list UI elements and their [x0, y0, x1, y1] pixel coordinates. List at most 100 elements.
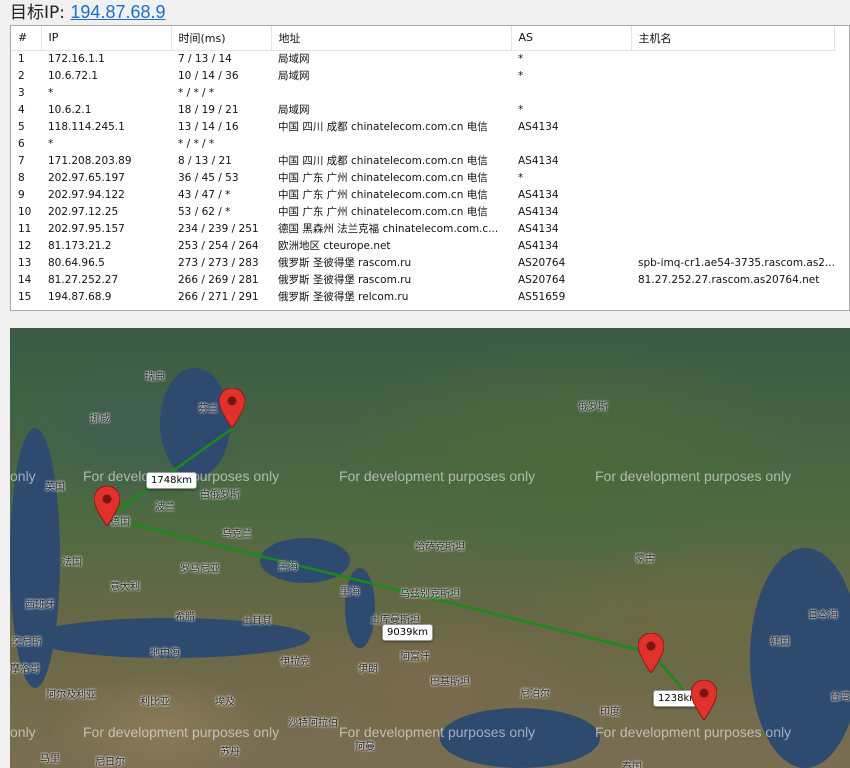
table-row[interactable]: 7 171.208.203.89 8 / 13 / 21 中国 四川 成都 china…: [11, 152, 835, 169]
hop-hostname: [631, 152, 835, 169]
hop-as: AS4134: [518, 120, 559, 133]
hop-hostname: [631, 50, 835, 67]
hop-index: 6: [18, 137, 25, 150]
map-label: 芬兰: [198, 404, 218, 415]
hop-ip: 171.208.203.89: [48, 154, 132, 167]
column-header-index[interactable]: #: [11, 26, 42, 51]
hop-ip: 172.16.1.1: [48, 52, 105, 65]
hop-ip: 202.97.65.197: [48, 171, 125, 184]
watermark: For development purposes only: [339, 468, 536, 484]
hop-index: 1: [18, 52, 25, 65]
hop-time: 53 / 62 / *: [178, 205, 231, 218]
map-label: 里海: [340, 587, 360, 598]
hop-as: [511, 84, 631, 101]
map-label: 阿曼: [355, 742, 375, 753]
watermark: For development purposes only: [595, 724, 792, 740]
map-label: 伊拉克: [280, 657, 310, 668]
hop-index: 12: [18, 239, 32, 252]
table-row[interactable]: 4 10.6.2.1 18 / 19 / 21 局域网 *: [11, 101, 835, 118]
table-row[interactable]: 3 * * / * / *: [11, 84, 835, 101]
hop-hostname: [631, 118, 835, 135]
hop-index: 10: [18, 205, 32, 218]
hop-address: [271, 84, 511, 101]
table-row[interactable]: 10 202.97.12.25 53 / 62 / * 中国 广东 广州 chinat…: [11, 203, 835, 220]
table-row[interactable]: 2 10.6.72.1 10 / 14 / 36 局域网 *: [11, 67, 835, 84]
hop-hostname: [631, 288, 835, 305]
hop-ip: 202.97.95.157: [48, 222, 125, 235]
column-header-as[interactable]: AS: [511, 26, 632, 51]
hop-as: AS4134: [518, 154, 559, 167]
hop-hostname: [631, 135, 835, 152]
hop-as: *: [518, 171, 524, 184]
map-label: 土耳其: [242, 616, 272, 627]
map-label: 阿尔及利亚: [46, 690, 96, 701]
hop-time: 36 / 45 / 53: [178, 171, 239, 184]
hop-address: 中国 四川 成都 chinatelecom.com.cn 电信: [278, 121, 488, 133]
table-row[interactable]: 5 118.114.245.1 13 / 14 / 16 中国 四川 成都 china…: [11, 118, 835, 135]
hop-hostname: [631, 169, 835, 186]
table-row[interactable]: 6 * * / * / *: [11, 135, 835, 152]
map-label: 利比亚: [140, 697, 170, 708]
hop-address: 局域网: [278, 53, 310, 66]
hop-as: AS4134: [518, 222, 559, 235]
hop-index: 3: [18, 86, 25, 99]
hop-time: 13 / 14 / 16: [178, 120, 239, 133]
hop-ip: 10.6.2.1: [48, 103, 92, 116]
map-label: 意大利: [110, 582, 140, 593]
hop-address: 中国 四川 成都 chinatelecom.com.cn 电信: [278, 155, 488, 167]
hop-index: 15: [18, 290, 32, 303]
column-header-time[interactable]: 时间(ms): [171, 26, 272, 51]
map-label: 台湾: [830, 692, 850, 703]
map-pin-icon[interactable]: [638, 633, 664, 673]
distance-label: 9039km: [382, 624, 433, 641]
hop-time: 8 / 13 / 21: [178, 154, 232, 167]
hop-hostname: [631, 84, 835, 101]
distance-label: 1748km: [146, 472, 197, 489]
table-row[interactable]: 8 202.97.65.197 36 / 45 / 53 中国 广东 广州 china…: [11, 169, 835, 186]
table-row[interactable]: 15 194.87.68.9 266 / 271 / 291 俄罗斯 圣彼得堡 rel…: [11, 288, 835, 305]
target-ip-link[interactable]: 194.87.68.9: [70, 2, 165, 22]
column-header-ip[interactable]: IP: [41, 26, 172, 51]
hop-time: 234 / 239 / 251: [178, 222, 259, 235]
column-header-address[interactable]: 地址: [271, 26, 512, 51]
map-label: 西班牙: [25, 600, 55, 611]
table-row[interactable]: 13 80.64.96.5 273 / 273 / 283 俄罗斯 圣彼得堡 rasc…: [11, 254, 835, 271]
watermark: For development purposes only: [83, 724, 280, 740]
hop-as: [511, 135, 631, 152]
map-pin-icon[interactable]: [691, 680, 717, 720]
hop-time: 273 / 273 / 283: [178, 256, 259, 269]
column-header-hostname[interactable]: 主机名: [631, 26, 836, 51]
map-label: 日本海: [808, 610, 838, 621]
target-ip-header: 目标IP: 194.87.68.9: [10, 0, 166, 24]
map-pin-icon[interactable]: [94, 486, 120, 526]
map-label: 韩国: [770, 637, 790, 648]
map-label: 尼泊尔: [520, 689, 550, 700]
hop-address: 俄罗斯 圣彼得堡 rascom.ru: [278, 257, 412, 269]
table-row[interactable]: 14 81.27.252.27 266 / 269 / 281 俄罗斯 圣彼得堡 ra…: [11, 271, 835, 288]
hop-hostname: [631, 67, 835, 84]
hop-as: *: [518, 52, 524, 65]
route-map[interactable]: 瑞典 芬兰 挪威 俄罗斯 英国 白俄罗斯 波兰 乌克兰 德国 法国 罗马尼亚 意大利 西班牙 希腊 土耳其哈…: [10, 328, 850, 768]
map-label: 阿富汗: [400, 652, 430, 663]
map-label: 白俄罗斯: [200, 490, 240, 501]
map-label: 埃及: [215, 697, 235, 708]
traceroute-table: # IP 时间(ms) 地址 AS 主机名 1 172.16.1.1 7 / 13 …: [10, 25, 850, 311]
hop-address: 俄罗斯 圣彼得堡 rascom.ru: [278, 274, 412, 286]
hop-hostname: [631, 237, 835, 254]
table-row[interactable]: 1 172.16.1.1 7 / 13 / 14 局域网 *: [11, 50, 835, 67]
map-label: 法国: [62, 557, 82, 568]
map-pin-icon[interactable]: [219, 388, 245, 428]
hop-time: * / * / *: [178, 137, 215, 150]
map-label: 沙特阿拉伯: [288, 718, 338, 729]
table-header-row: # IP 时间(ms) 地址 AS 主机名: [11, 26, 836, 51]
target-ip-label: 目标IP:: [10, 3, 65, 23]
hop-index: 4: [18, 103, 25, 116]
map-label: 黑海: [278, 562, 298, 573]
map-label: 地中海: [150, 648, 180, 659]
table-row[interactable]: 9 202.97.94.122 43 / 47 / * 中国 广东 广州 chinat…: [11, 186, 835, 203]
watermark-fragment: only: [10, 724, 36, 740]
table-row[interactable]: 12 81.173.21.2 253 / 254 / 264 欧洲地区 cteurop…: [11, 237, 835, 254]
table-row[interactable]: 11 202.97.95.157 234 / 239 / 251 德国 黑森州 法兰克…: [11, 220, 835, 237]
hop-index: 2: [18, 69, 25, 82]
hop-ip: 202.97.12.25: [48, 205, 119, 218]
